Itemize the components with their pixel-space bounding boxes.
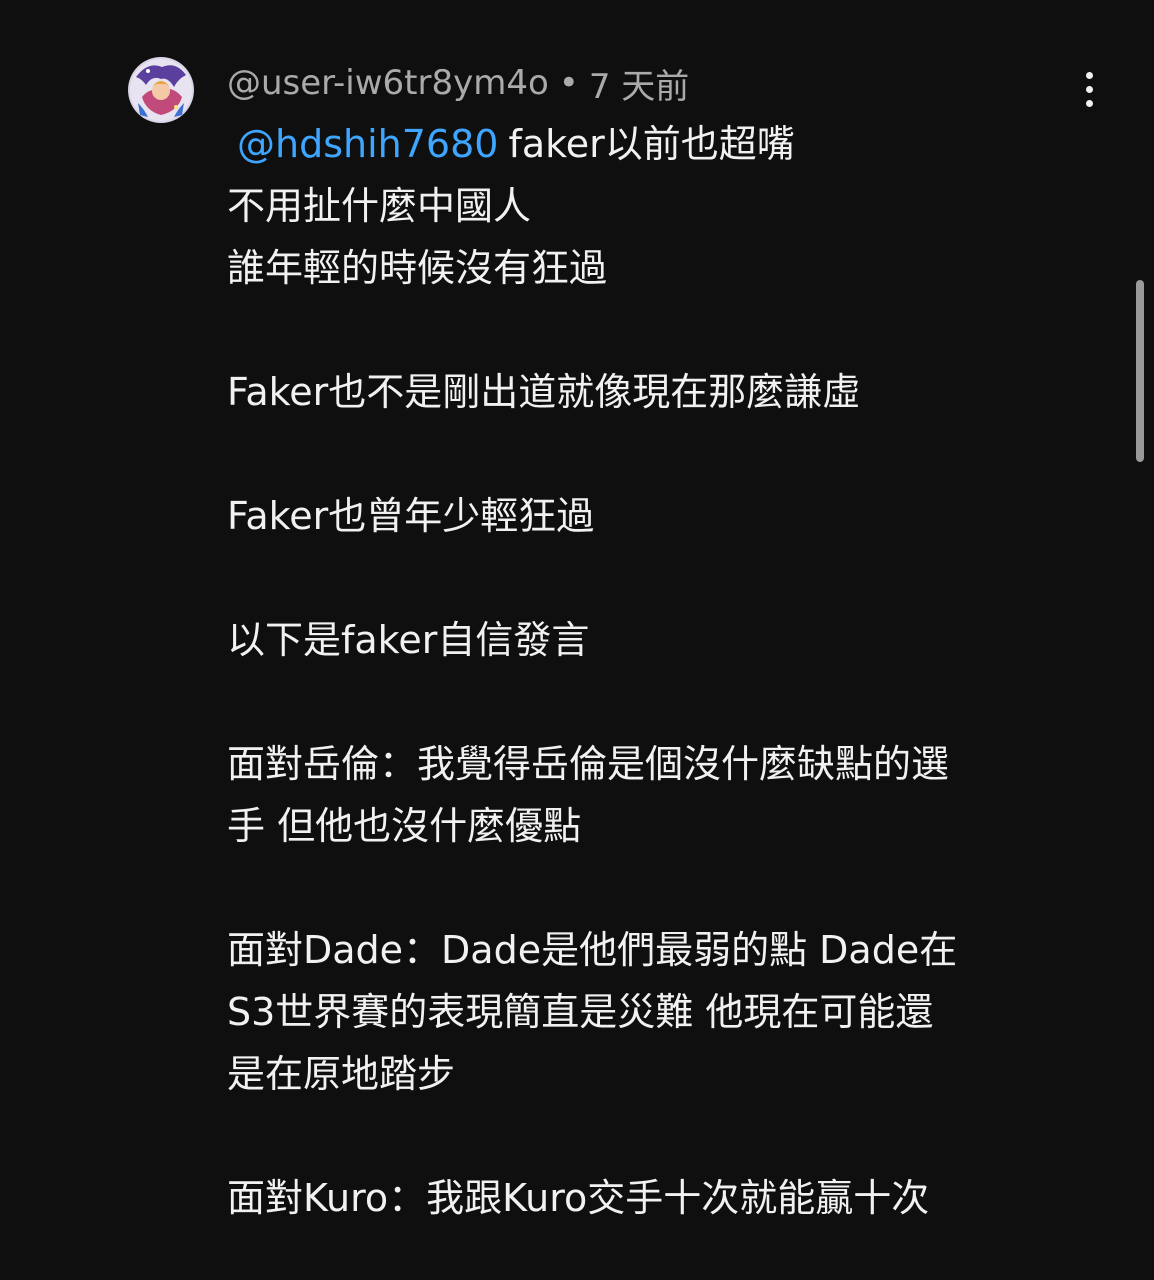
- comment-line: 手 但他也沒什麼優點: [227, 804, 582, 848]
- comment-thread-item: @user-iw6tr8ym4o • 7 天前 @hdshih7680 faker…: [0, 0, 1154, 1280]
- comment-line: 是在原地踏步: [227, 1052, 456, 1096]
- comment-line: @hdshih7680 faker以前也超嘴: [227, 113, 1087, 175]
- comment-line: 面對Dade：Dade是他們最弱的點 Dade在: [227, 928, 958, 972]
- comment-line: 面對Kuro：我跟Kuro交手十次就能贏十次: [227, 1176, 930, 1220]
- scrollbar-thumb[interactable]: [1136, 280, 1144, 462]
- author-avatar[interactable]: [128, 57, 194, 123]
- comment-line: 誰年輕的時候沒有狂過: [227, 246, 608, 290]
- comment-line: 面對岳倫：我覺得岳倫是個沒什麼缺點的選: [227, 742, 950, 786]
- comment-timestamp[interactable]: 7 天前: [589, 59, 689, 108]
- comment-body: @hdshih7680 faker以前也超嘴 不用扯什麼中國人 誰年輕的時候沒有狂…: [227, 113, 1087, 1229]
- more-vertical-icon-dot: [1085, 99, 1093, 107]
- comment-text: faker以前也超嘴: [508, 122, 795, 166]
- more-vertical-icon-dot: [1085, 71, 1093, 79]
- comment-line: Faker也不是剛出道就像現在那麼謙虛: [227, 370, 861, 414]
- author-name[interactable]: @user-iw6tr8ym4o: [227, 63, 549, 103]
- mention-link[interactable]: @hdshih7680: [237, 122, 498, 166]
- comment-line: 以下是faker自信發言: [227, 618, 590, 662]
- header-separator: •: [558, 63, 579, 103]
- more-actions-button[interactable]: [1068, 64, 1110, 114]
- comment-line: Faker也曾年少輕狂過: [227, 494, 595, 538]
- avatar-image: [128, 57, 194, 123]
- comment-line: S3世界賽的表現簡直是災難 他現在可能還: [227, 990, 934, 1034]
- comment-line: 不用扯什麼中國人: [227, 184, 532, 228]
- more-vertical-icon-dot: [1085, 85, 1093, 93]
- comment-header: @user-iw6tr8ym4o • 7 天前: [227, 58, 689, 108]
